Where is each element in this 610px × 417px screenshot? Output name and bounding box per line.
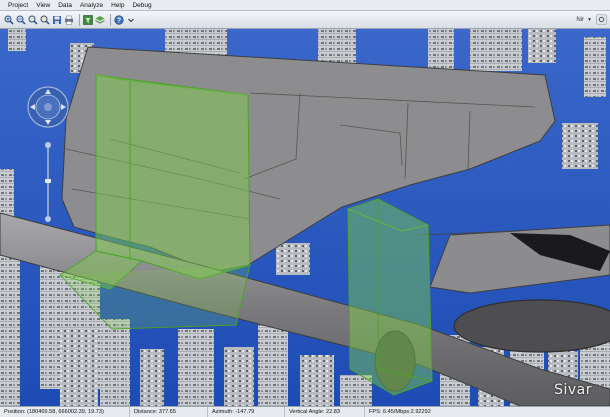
status-vertical-angle: Vertical Angle: 22.83 — [285, 406, 365, 417]
menu-debug[interactable]: Debug — [128, 0, 155, 11]
menu-project[interactable]: Project — [4, 0, 32, 11]
menu-data[interactable]: Data — [54, 0, 76, 11]
save-icon[interactable] — [52, 15, 62, 25]
chevron-down-icon[interactable] — [126, 15, 136, 25]
status-bar: Position: (180469.58, 666002.39, 19.73) … — [0, 406, 610, 417]
zoom-slider[interactable] — [44, 141, 52, 223]
status-distance: Distance: 377.65 — [130, 406, 208, 417]
status-fps: FPS: 6.45/Mbps:2.92292 — [369, 408, 431, 415]
3d-viewport[interactable]: Sivar — [0, 29, 610, 406]
layer-icon[interactable] — [95, 15, 105, 25]
chevron-down-icon: ▼ — [587, 17, 592, 23]
svg-text:?: ? — [117, 17, 121, 24]
watermark-logo: Sivar — [554, 382, 592, 398]
zoom-out-icon[interactable] — [16, 15, 26, 25]
menu-analyze[interactable]: Analyze — [76, 0, 107, 11]
status-azimuth: Azimuth: -147.79 — [208, 406, 285, 417]
toolbar-separator — [79, 13, 80, 26]
zoom-extent-icon[interactable] — [40, 15, 50, 25]
view-mode-value: Nir — [576, 17, 585, 23]
toolbar: ? Nir ▼ — [0, 11, 610, 29]
filter-icon[interactable] — [83, 14, 93, 25]
settings-icon[interactable] — [596, 14, 607, 25]
menu-help[interactable]: Help — [107, 0, 128, 11]
navigation-compass[interactable] — [26, 85, 70, 129]
zoom-window-icon[interactable] — [28, 15, 38, 25]
menu-bar: Project View Data Analyze Help Debug — [0, 0, 610, 11]
menu-view[interactable]: View — [32, 0, 54, 11]
view-mode-dropdown[interactable]: Nir ▼ — [576, 14, 592, 26]
help-icon[interactable]: ? — [114, 14, 124, 25]
zoom-in-icon[interactable] — [4, 15, 14, 25]
toolbar-separator — [110, 13, 111, 26]
city-scene — [0, 29, 610, 406]
print-icon[interactable] — [64, 15, 74, 25]
status-position: Position: (180469.58, 666002.39, 19.73) — [0, 406, 130, 417]
